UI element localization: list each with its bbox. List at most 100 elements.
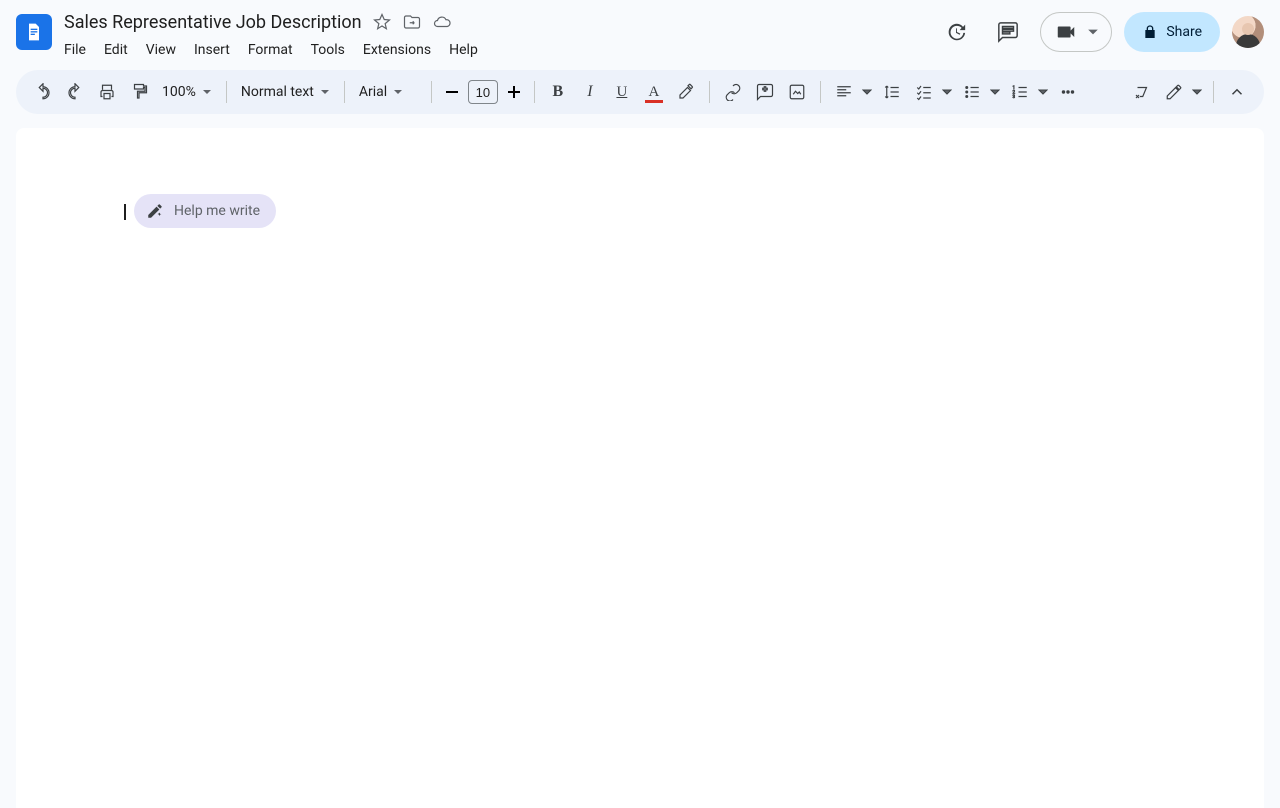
toolbar-wrap: 100% Normal text Arial B I U [0,62,1280,114]
editing-mode-dropdown[interactable] [1159,77,1205,107]
numbered-list-icon: 123 [1011,83,1029,101]
magic-pencil-icon [146,202,164,220]
pencil-icon [1165,83,1183,101]
font-size-input[interactable] [468,80,498,104]
editing-mode-button [1159,77,1189,107]
link-icon [724,83,742,101]
checklist-icon [915,83,933,101]
align-button [829,77,859,107]
bold-button[interactable]: B [543,77,573,107]
font-family-value: Arial [359,84,387,100]
collapse-toolbar-button[interactable] [1222,77,1252,107]
italic-button[interactable]: I [575,77,605,107]
menu-file[interactable]: File [64,38,94,62]
highlight-color-button[interactable] [671,77,701,107]
history-icon[interactable] [936,12,976,52]
toolbar-separator [1213,81,1214,103]
zoom-value: 100% [162,84,196,100]
toolbar: 100% Normal text Arial B I U [16,70,1264,114]
document-icon [24,19,44,45]
zoom-dropdown[interactable]: 100% [156,77,218,107]
toolbar-separator [534,81,535,103]
toolbar-separator [431,81,432,103]
undo-button[interactable] [28,77,58,107]
video-icon [1055,21,1077,43]
menu-edit[interactable]: Edit [96,38,136,62]
text-color-button[interactable]: A [639,77,669,107]
bulleted-list-button [957,77,987,107]
checklist-dropdown[interactable] [909,77,955,107]
insert-image-button[interactable] [782,77,812,107]
chevron-down-icon [320,87,330,97]
comment-icon[interactable] [988,12,1028,52]
document-surface[interactable]: Help me write [0,128,1280,808]
editing-mode-caret [1189,77,1205,107]
docs-logo[interactable] [16,14,52,50]
title-block: Sales Representative Job Description Fil… [64,8,924,62]
paragraph-style-value: Normal text [241,84,314,100]
avatar[interactable] [1232,16,1264,48]
font-size-group [440,80,526,104]
bulleted-list-icon [963,83,981,101]
bulleted-list-dropdown[interactable] [957,77,1003,107]
menu-bar: File Edit View Insert Format Tools Exten… [64,38,924,62]
more-options-button[interactable] [1053,77,1083,107]
font-family-dropdown[interactable]: Arial [353,77,423,107]
numbered-list-button: 123 [1005,77,1035,107]
more-horizontal-icon [1059,83,1077,101]
textcolor-glyph: A [648,84,659,101]
toolbar-separator [344,81,345,103]
decrease-font-button[interactable] [440,80,464,104]
help-me-write-button[interactable]: Help me write [134,194,276,228]
toolbar-separator [709,81,710,103]
menu-insert[interactable]: Insert [186,38,238,62]
minus-icon [440,80,464,104]
text-cursor [124,204,126,220]
add-comment-button[interactable] [750,77,780,107]
chevron-up-icon [1228,83,1246,101]
align-caret [859,77,875,107]
line-spacing-button[interactable] [877,77,907,107]
move-icon[interactable] [402,12,422,32]
header: Sales Representative Job Description Fil… [0,0,1280,62]
share-button[interactable]: Share [1124,12,1220,52]
clear-formatting-button[interactable] [1127,77,1157,107]
meet-button[interactable] [1040,12,1112,52]
underline-button[interactable]: U [607,77,637,107]
bulleted-list-caret [987,77,1003,107]
checklist-button [909,77,939,107]
menu-tools[interactable]: Tools [303,38,353,62]
checklist-caret [939,77,955,107]
add-comment-icon [756,83,774,101]
star-icon[interactable] [372,12,392,32]
line-spacing-icon [883,83,901,101]
menu-help[interactable]: Help [441,38,486,62]
menu-view[interactable]: View [138,38,184,62]
redo-button[interactable] [60,77,90,107]
document-page[interactable]: Help me write [16,128,1264,808]
clear-format-icon [1133,83,1151,101]
document-title[interactable]: Sales Representative Job Description [64,12,362,33]
help-me-write-label: Help me write [174,203,260,219]
header-actions: Share [936,12,1264,52]
align-left-icon [835,83,853,101]
numbered-list-caret [1035,77,1051,107]
toolbar-separator [820,81,821,103]
cloud-saved-icon[interactable] [432,12,452,32]
plus-icon [502,80,526,104]
print-button[interactable] [92,77,122,107]
highlighter-icon [677,83,695,101]
lock-icon [1142,24,1158,40]
increase-font-button[interactable] [502,80,526,104]
numbered-list-dropdown[interactable]: 123 [1005,77,1051,107]
insert-link-button[interactable] [718,77,748,107]
paint-format-button[interactable] [124,77,154,107]
align-dropdown[interactable] [829,77,875,107]
menu-format[interactable]: Format [240,38,301,62]
title-row: Sales Representative Job Description [64,8,924,36]
toolbar-separator [226,81,227,103]
chevron-down-icon [1087,26,1099,38]
menu-extensions[interactable]: Extensions [355,38,439,62]
chevron-down-icon [202,87,212,97]
paragraph-style-dropdown[interactable]: Normal text [235,77,336,107]
